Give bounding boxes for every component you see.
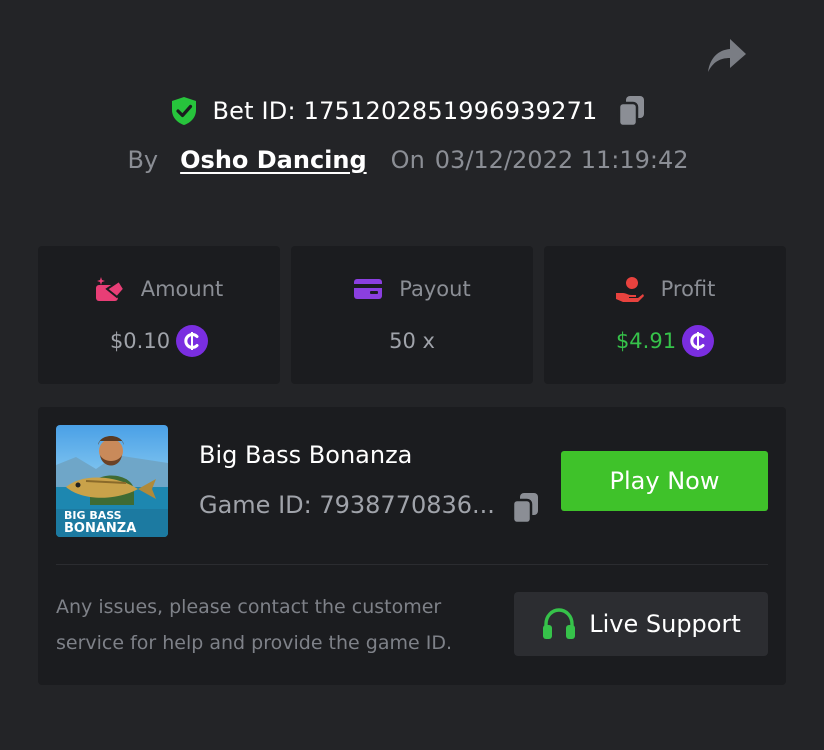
profit-value: $4.91 bbox=[615, 329, 677, 353]
stat-payout: Payout 50 x bbox=[291, 246, 533, 384]
bet-stats: Amount $0.10 Payout 50 x Profit $4.91 bbox=[38, 246, 786, 384]
stat-profit: Profit $4.91 bbox=[544, 246, 786, 384]
coin-icon bbox=[682, 325, 715, 357]
bet-datetime: 03/12/2022 11:19:42 bbox=[434, 146, 689, 174]
copy-icon[interactable] bbox=[510, 491, 540, 525]
game-name: Big Bass Bonanza bbox=[199, 441, 413, 469]
live-support-label: Live Support bbox=[589, 610, 741, 638]
amount-value: $0.10 bbox=[109, 329, 171, 353]
play-now-button[interactable]: Play Now bbox=[561, 451, 768, 511]
stat-label: Payout bbox=[399, 277, 471, 301]
amount-icon bbox=[95, 277, 125, 301]
bet-id-row: Bet ID: 1751202851996939271 bbox=[0, 92, 824, 130]
copy-icon[interactable] bbox=[616, 94, 646, 128]
username-link[interactable]: Osho Dancing bbox=[180, 146, 367, 174]
payout-value: 50 x bbox=[389, 329, 435, 353]
live-support-button[interactable]: Live Support bbox=[514, 592, 768, 656]
thumb-title-2: BONANZA bbox=[64, 521, 136, 536]
on-label: On bbox=[390, 146, 425, 174]
bet-meta-row: By Osho Dancing On 03/12/2022 11:19:42 bbox=[0, 142, 824, 178]
by-label: By bbox=[127, 146, 159, 174]
stat-label: Amount bbox=[140, 277, 224, 301]
game-card: BIG BASS BONANZA Big Bass Bonanza Game I… bbox=[38, 407, 786, 685]
bet-id: Bet ID: 1751202851996939271 bbox=[212, 97, 598, 125]
stat-label: Profit bbox=[660, 277, 716, 301]
stat-amount: Amount $0.10 bbox=[38, 246, 280, 384]
game-thumbnail[interactable]: BIG BASS BONANZA bbox=[56, 425, 168, 537]
shield-check-icon bbox=[172, 97, 197, 125]
share-icon[interactable] bbox=[704, 36, 748, 74]
card-icon bbox=[354, 279, 383, 299]
game-id: Game ID: 7938770836... bbox=[199, 491, 495, 519]
help-text: Any issues, please contact the customer … bbox=[56, 596, 452, 654]
headset-icon bbox=[543, 608, 576, 639]
divider bbox=[56, 564, 768, 565]
profit-hand-icon bbox=[615, 277, 644, 302]
coin-icon bbox=[176, 325, 209, 357]
